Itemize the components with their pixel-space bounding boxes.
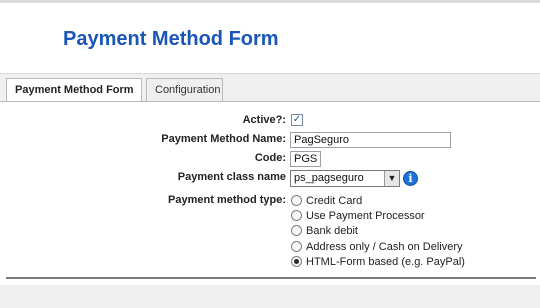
payment-method-name-input[interactable]: PagSeguro [290, 132, 451, 148]
active-checkbox[interactable]: ✓ [291, 114, 303, 126]
footer-area [0, 285, 540, 308]
chevron-down-icon[interactable]: ▼ [384, 171, 399, 186]
page-title: Payment Method Form [63, 28, 279, 50]
tab-configuration[interactable]: Configuration [146, 78, 223, 102]
info-icon[interactable]: i [403, 171, 418, 186]
payment-method-type-label: Payment method type: [168, 194, 286, 206]
radio-label: Address only / Cash on Delivery [306, 241, 463, 253]
code-input[interactable]: PGS [290, 151, 321, 167]
radio-label: Credit Card [306, 195, 363, 207]
radio-label: HTML-Form based (e.g. PayPal) [306, 256, 465, 268]
payment-class-name-label: Payment class name [177, 171, 286, 183]
tab-payment-method-form[interactable]: Payment Method Form [6, 78, 142, 103]
radio-button[interactable] [291, 195, 302, 206]
payment-method-name-label: Payment Method Name: [161, 133, 286, 145]
radio-button[interactable] [291, 241, 302, 252]
active-label: Active?: [242, 114, 286, 126]
payment-class-name-value: ps_pagseguro [294, 172, 364, 184]
radio-label: Bank debit [306, 225, 358, 237]
radio-button[interactable] [291, 210, 302, 221]
check-icon: ✓ [292, 114, 302, 125]
payment-class-name-select[interactable]: ps_pagseguro ▼ [290, 170, 400, 187]
form-panel: Active?: ✓ Payment Method Name: PagSegur… [0, 101, 540, 281]
tab-bar: Payment Method Form Configuration [0, 73, 540, 103]
top-divider [0, 0, 540, 3]
form-bottom-divider [6, 277, 536, 279]
page: Payment Method Form Payment Method Form … [0, 0, 540, 308]
radio-button[interactable] [291, 256, 302, 267]
radio-label: Use Payment Processor [306, 210, 425, 222]
code-label: Code: [254, 152, 286, 164]
radio-button[interactable] [291, 225, 302, 236]
